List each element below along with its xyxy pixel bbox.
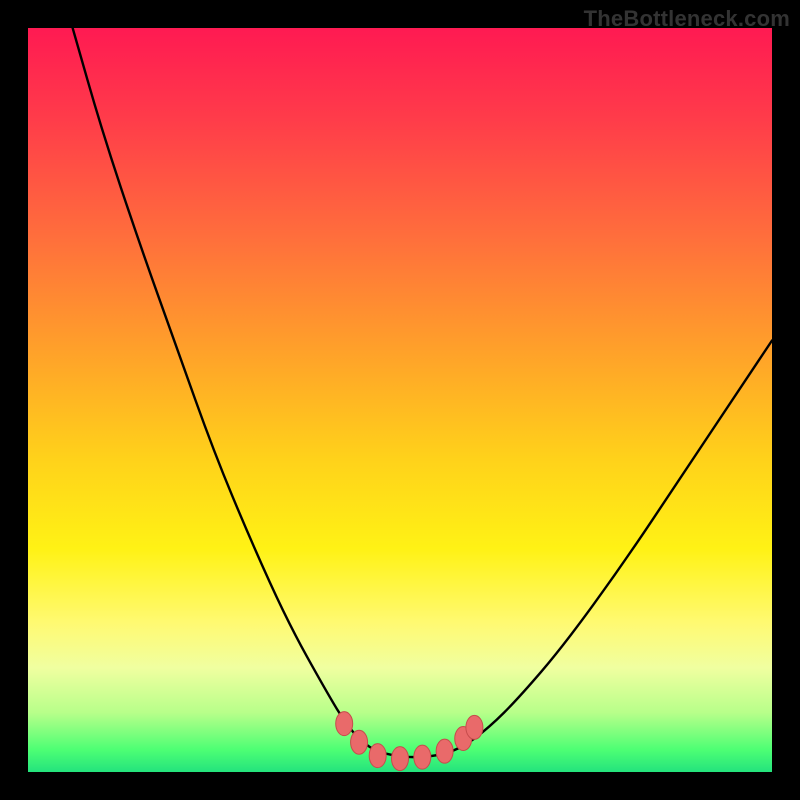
valley-marker <box>369 744 386 768</box>
plot-area <box>28 28 772 772</box>
valley-marker <box>351 730 368 754</box>
chart-frame: TheBottleneck.com <box>0 0 800 800</box>
valley-marker <box>466 715 483 739</box>
bottleneck-curve <box>73 28 772 757</box>
curve-layer <box>28 28 772 772</box>
watermark-text: TheBottleneck.com <box>584 6 790 32</box>
valley-markers <box>336 712 483 771</box>
valley-marker <box>336 712 353 736</box>
valley-marker <box>436 739 453 763</box>
valley-marker <box>392 747 409 771</box>
valley-marker <box>414 745 431 769</box>
